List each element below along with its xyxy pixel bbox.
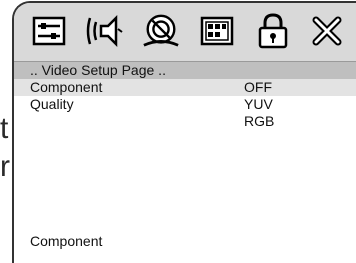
status-text: Component (30, 233, 103, 249)
exit-icon[interactable] (308, 12, 346, 50)
option-rgb[interactable]: RGB (232, 113, 356, 130)
general-setup-icon[interactable] (30, 12, 68, 50)
option-list: OFF YUV RGB (232, 79, 356, 130)
option-off[interactable]: OFF (232, 79, 356, 96)
audio-setup-icon[interactable] (86, 12, 124, 50)
setup-toolbar (14, 3, 356, 62)
setting-label: Component (30, 79, 103, 95)
video-setup-icon[interactable] (198, 12, 236, 50)
background-page-text: t (0, 112, 9, 145)
option-yuv[interactable]: YUV (232, 96, 356, 113)
page-title: .. Video Setup Page .. (14, 62, 356, 79)
setup-menu-screen: .. Video Setup Page .. Component Quality… (12, 1, 356, 263)
background-page-text: r (0, 150, 10, 183)
lock-icon[interactable] (254, 12, 292, 50)
dolby-setup-icon[interactable] (142, 12, 180, 50)
setting-label: Quality (30, 96, 74, 112)
